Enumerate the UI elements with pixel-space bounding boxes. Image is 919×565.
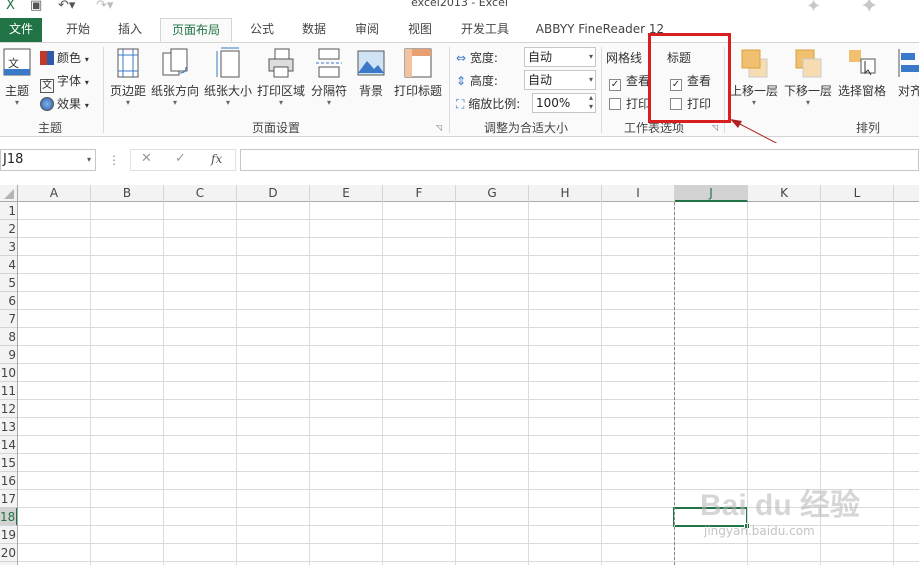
row-header-16[interactable]: 16 — [0, 472, 17, 490]
row-header-10[interactable]: 10 — [0, 364, 17, 382]
row-header-8[interactable]: 8 — [0, 328, 17, 346]
row-header-13[interactable]: 13 — [0, 418, 17, 436]
page-break-line — [674, 202, 675, 565]
grid-line — [455, 202, 456, 565]
grip-dots-icon: ⋮ — [108, 153, 120, 167]
column-header-a[interactable]: A — [18, 185, 91, 202]
row-header-12[interactable]: 12 — [0, 400, 17, 418]
column-header-c[interactable]: C — [164, 185, 237, 202]
watermark-brand: Bai du 经验 — [700, 489, 861, 522]
row-header-17[interactable]: 17 — [0, 490, 17, 508]
column-header-d[interactable]: D — [237, 185, 310, 202]
row-header-15[interactable]: 15 — [0, 454, 17, 472]
formula-input[interactable] — [240, 149, 919, 171]
chevron-down-icon: ▾ — [86, 155, 91, 164]
column-header: ABCDEFGHIJKL — [0, 185, 919, 202]
row-header-20[interactable]: 20 — [0, 544, 17, 562]
row-header-5[interactable]: 5 — [0, 274, 17, 292]
cancel-icon[interactable]: ✕ — [141, 151, 152, 166]
name-box[interactable]: J18 ▾ — [0, 149, 96, 171]
column-header-l[interactable]: L — [821, 185, 894, 202]
formula-controls: ✕ ✓ fx — [130, 149, 236, 171]
column-header-g[interactable]: G — [456, 185, 529, 202]
row-header-7[interactable]: 7 — [0, 310, 17, 328]
formula-bar: J18 ▾ ⋮ ✕ ✓ fx — [0, 143, 919, 177]
grid-line — [90, 202, 91, 565]
row-header-3[interactable]: 3 — [0, 238, 17, 256]
select-all-corner[interactable] — [0, 185, 18, 202]
row-header-2[interactable]: 2 — [0, 220, 17, 238]
row-header-14[interactable]: 14 — [0, 436, 17, 454]
insert-function-icon[interactable]: fx — [211, 152, 222, 166]
grid-line — [601, 202, 602, 565]
grid-line — [382, 202, 383, 565]
row-header-11[interactable]: 11 — [0, 382, 17, 400]
watermark-url: jingyan.baidu.com — [704, 524, 815, 538]
row-header: 1 2 3 4 5 6 7 8 9 10 11 12 13 14 15 16 17 18 19 20 — [0, 202, 18, 565]
row-header-4[interactable]: 4 — [0, 256, 17, 274]
grid-line — [528, 202, 529, 565]
grid-line — [163, 202, 164, 565]
column-header-b[interactable]: B — [91, 185, 164, 202]
baidu-watermark: Bai du 经验 jingyan.baidu.com — [700, 480, 900, 550]
column-header-k[interactable]: K — [748, 185, 821, 202]
enter-icon[interactable]: ✓ — [175, 151, 186, 166]
column-header-e[interactable]: E — [310, 185, 383, 202]
row-header-6[interactable]: 6 — [0, 292, 17, 310]
column-header-j[interactable]: J — [675, 185, 748, 202]
row-header-9[interactable]: 9 — [0, 346, 17, 364]
column-header-h[interactable]: H — [529, 185, 602, 202]
grid-line — [236, 202, 237, 565]
column-header-i[interactable]: I — [602, 185, 675, 202]
column-header-f[interactable]: F — [383, 185, 456, 202]
row-header-19[interactable]: 19 — [0, 526, 17, 544]
row-header-1[interactable]: 1 — [0, 202, 17, 220]
row-header-18[interactable]: 18 — [0, 508, 17, 526]
grid-line — [309, 202, 310, 565]
